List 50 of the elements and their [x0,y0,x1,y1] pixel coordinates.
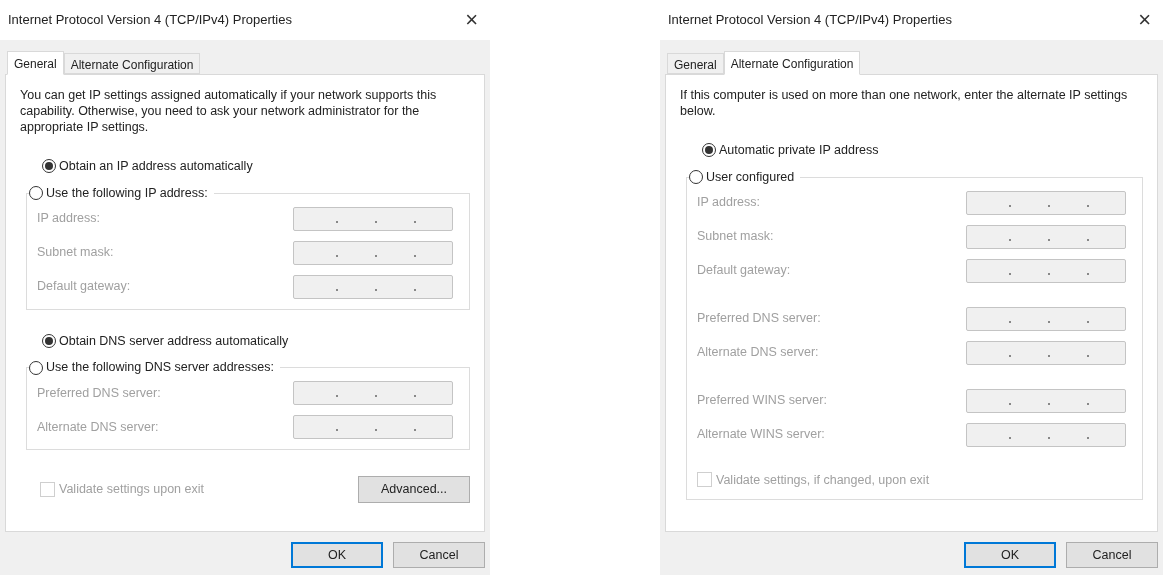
radio-label: User configured [706,168,795,186]
intro-text: You can get IP settings assigned automatically if your network supports this capability. Otherwise, you need to ask your network administrator for the appropriate IP settings. [20,87,438,135]
ip-address-field[interactable] [966,306,1126,331]
field-label: Alternate DNS server: [37,418,159,436]
radio-label: Obtain DNS server address automatically [59,332,289,350]
tab[interactable]: General [7,51,64,75]
field-label: Default gateway: [697,262,791,280]
checkbox-label: Validate settings, if changed, upon exit [716,471,930,489]
dialog-button[interactable]: OK [291,542,383,568]
intro-text: If this computer is used on more than one network, enter the alternate IP settings below. [680,87,1129,119]
tab[interactable]: Alternate Configuration [723,51,861,75]
field-label: IP address: [37,210,100,228]
ip-address-field[interactable] [966,224,1126,249]
dialog-button[interactable]: OK [964,542,1056,568]
ip-address-field[interactable] [293,415,453,439]
advanced-button[interactable]: Advanced... [358,476,470,503]
close-button[interactable]: × [1134,9,1155,31]
dialog-button[interactable]: Cancel [393,542,485,568]
radio-label: Automatic private IP address [719,142,879,159]
field-label: IP address: [697,194,760,212]
ip-address-field[interactable] [293,240,453,265]
tab[interactable]: General [667,53,724,74]
ip-address-field[interactable] [966,190,1126,215]
radio-label: Use the following DNS server addresses: [46,359,274,377]
radio-label: Use the following IP address: [46,184,208,202]
ip-address-field[interactable] [966,258,1126,283]
dialog-button[interactable]: Cancel [1066,542,1158,568]
ip-address-field[interactable] [966,340,1126,365]
field-label: Preferred DNS server: [37,384,161,402]
radio-button[interactable] [702,143,716,158]
checkbox-label: Validate settings upon exit [59,481,204,499]
radio-label: Obtain an IP address automatically [59,158,253,175]
radio-button[interactable] [42,159,56,174]
field-label: Alternate DNS server: [697,344,819,362]
field-label: Alternate WINS server: [697,426,825,444]
ip-address-field[interactable] [966,388,1126,413]
tab[interactable]: Alternate Configuration [63,53,201,74]
radio-button[interactable] [42,333,56,348]
window-title: Internet Protocol Version 4 (TCP/IPv4) Properties [8,11,292,30]
field-label: Default gateway: [37,278,131,296]
field-label: Subnet mask: [37,244,114,262]
window-title: Internet Protocol Version 4 (TCP/IPv4) Properties [668,11,952,30]
ip-address-field[interactable] [293,274,453,299]
ip-address-field[interactable] [966,422,1126,447]
field-label: Preferred DNS server: [697,310,821,328]
close-button[interactable]: × [461,9,482,31]
ip-address-field[interactable] [293,381,453,405]
field-label: Subnet mask: [697,228,774,246]
field-label: Preferred WINS server: [697,392,827,410]
ip-address-field[interactable] [293,206,453,231]
